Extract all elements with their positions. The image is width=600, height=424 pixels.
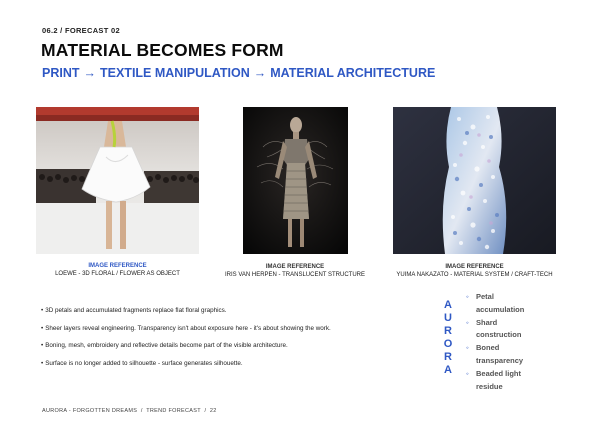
detail-item: Boned transparency [466, 342, 556, 368]
arrow-right-icon: → [253, 66, 267, 80]
detail-line: Petal [476, 292, 494, 301]
bullet-item: Boning, mesh, embroidery and reflective … [41, 342, 411, 349]
flow-step-print: PRINT [42, 66, 80, 80]
image-reference-label: IMAGE REFERENCE [445, 264, 504, 270]
footer-section: TREND FORECAST [146, 408, 201, 414]
caption-text: LOEWE - 3D FLORAL / FLOWER AS OBJECT [55, 270, 180, 277]
image-reference-label: IMAGE REFERENCE [88, 263, 147, 269]
page-number: 22 [209, 408, 217, 414]
aurora-letter: R [444, 351, 452, 363]
bullet-list: 3D petals and accumulated fragments repl… [41, 307, 411, 377]
caption-text: YUIMA NAKAZATO - MATERIAL SYSTEM / CRAFT… [396, 271, 553, 278]
aurora-letter: U [444, 312, 452, 324]
footer-separator: / [140, 408, 143, 414]
detail-line: residue [476, 381, 503, 391]
detail-list: Petal accumulation Shard construction Bone… [466, 291, 556, 393]
detail-line: accumulation [476, 304, 525, 314]
figure-caption: IMAGE REFERENCE IRIS VAN HERPEN - TRANSL… [220, 264, 370, 279]
section-label: 06.2 / FORECAST 02 [42, 26, 120, 35]
footer-separator: / [204, 408, 207, 414]
aurora-letter: A [444, 364, 452, 376]
bullet-item: Surface is no longer added to silhouette… [41, 360, 411, 367]
figure-caption: IMAGE REFERENCE LOEWE - 3D FLORAL / FLOW… [36, 263, 199, 278]
page-title: MATERIAL BECOMES FORM [41, 40, 284, 60]
image-reference-iris-van-herpen [243, 107, 348, 254]
detail-line: Boned [476, 343, 500, 353]
aurora-vertical-wordmark: A U R O R A [441, 299, 455, 377]
bullet-item: 3D petals and accumulated fragments repl… [41, 307, 411, 314]
detail-item: Shard construction [466, 317, 556, 343]
caption-text: IRIS VAN HERPEN - TRANSLUCENT STRUCTURE [224, 271, 366, 278]
aurora-letter: A [444, 299, 452, 311]
flow-step-textile-manipulation: TEXTILE MANIPULATION [100, 66, 250, 80]
detail-line: transparency [476, 355, 524, 365]
detail-item: Petal accumulation [466, 291, 556, 317]
page-footer: AURORA - FORGOTTEN DREAMS / TREND FORECA… [42, 408, 217, 414]
aurora-letter: O [443, 338, 453, 350]
detail-line: Beaded light [476, 368, 522, 378]
figure-caption: IMAGE REFERENCE YUIMA NAKAZATO - MATERIA… [393, 264, 556, 279]
detail-line: construction [476, 330, 522, 340]
flow-step-material-architecture: MATERIAL ARCHITECTURE [270, 66, 436, 80]
image-reference-label: IMAGE REFERENCE [265, 264, 325, 270]
detail-item: Beaded light residue [466, 368, 556, 394]
aurora-letter: R [444, 325, 452, 337]
bullet-item: Sheer layers reveal engineering. Transpa… [41, 325, 411, 332]
process-flow: PRINT → TEXTILE MANIPULATION → MATERIAL ARCH… [42, 66, 435, 80]
arrow-right-icon: → [83, 66, 97, 80]
image-reference-yuima-nakazato [393, 107, 556, 254]
detail-line: Shard [476, 317, 498, 327]
footer-title: AURORA - FORGOTTEN DREAMS [42, 408, 138, 414]
image-reference-loewe [36, 107, 199, 254]
